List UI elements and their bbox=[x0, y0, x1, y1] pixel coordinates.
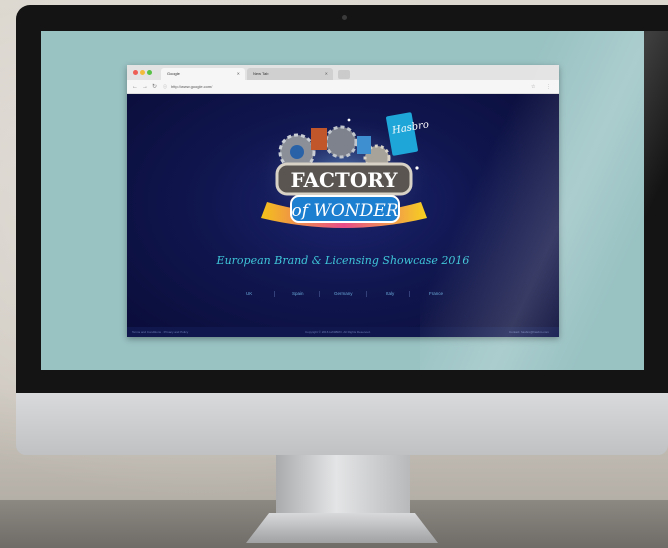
page-info-icon[interactable]: ⓘ bbox=[163, 83, 167, 91]
close-window-button[interactable] bbox=[133, 70, 138, 75]
country-nav: UK Spain Germany Italy France bbox=[219, 289, 469, 299]
tab-google[interactable]: Google ✕ bbox=[161, 68, 245, 80]
menu-icon[interactable]: ⋮ bbox=[546, 83, 551, 91]
tab-label: New Tab bbox=[253, 71, 269, 76]
footer-contact[interactable]: Contact: hasbro@hasbro.com bbox=[509, 327, 549, 337]
page-footer: Terms and Conditions · Privacy and Polic… bbox=[127, 327, 559, 337]
close-tab-icon[interactable]: ✕ bbox=[237, 68, 240, 80]
footer-legal-links[interactable]: Terms and Conditions · Privacy and Polic… bbox=[132, 327, 188, 337]
tab-label: Google bbox=[167, 71, 180, 76]
footer-copyright: Copyright © 2016 HASBRO. All Rights Rese… bbox=[305, 330, 371, 334]
event-tagline: European Brand & Licensing Showcase 2016 bbox=[216, 254, 470, 267]
nav-divider bbox=[274, 291, 275, 297]
factory-of-wonder-logo: Hasbro FACTORY of WONDER bbox=[249, 112, 439, 236]
country-link-italy[interactable]: Italy bbox=[386, 289, 394, 299]
country-link-uk[interactable]: UK bbox=[246, 289, 252, 299]
reload-icon[interactable]: ↻ bbox=[152, 83, 157, 91]
browser-window: Google ✕ New Tab ✕ ← → ↻ ⓘ http://www.go… bbox=[127, 65, 559, 337]
back-icon[interactable]: ← bbox=[132, 83, 138, 91]
minimize-window-button[interactable] bbox=[140, 70, 145, 75]
url-field[interactable]: http://www.google.com/ bbox=[171, 83, 212, 91]
new-tab-button[interactable] bbox=[338, 70, 350, 79]
nav-divider bbox=[366, 291, 367, 297]
tab-new-tab[interactable]: New Tab ✕ bbox=[247, 68, 333, 80]
nav-divider bbox=[319, 291, 320, 297]
monitor-stand-foot bbox=[246, 513, 438, 543]
maximize-window-button[interactable] bbox=[147, 70, 152, 75]
camera-icon bbox=[342, 15, 347, 20]
web-page: Hasbro FACTORY of WONDER European Brand … bbox=[127, 94, 559, 337]
logo-factory-text: FACTORY bbox=[290, 168, 398, 192]
bookmark-star-icon[interactable]: ☆ bbox=[531, 83, 535, 91]
address-bar: ← → ↻ ⓘ http://www.google.com/ ☆ ⋮ bbox=[127, 80, 559, 94]
tab-bar: Google ✕ New Tab ✕ bbox=[127, 65, 559, 80]
logo-wonder-text: of WONDER bbox=[291, 201, 398, 221]
nav-divider bbox=[409, 291, 410, 297]
country-link-germany[interactable]: Germany bbox=[334, 289, 353, 299]
monitor-stand-neck bbox=[276, 455, 410, 517]
close-tab-icon[interactable]: ✕ bbox=[325, 68, 328, 80]
country-link-france[interactable]: France bbox=[429, 289, 443, 299]
country-link-spain[interactable]: Spain bbox=[292, 289, 304, 299]
forward-icon[interactable]: → bbox=[142, 83, 148, 91]
monitor-chin bbox=[16, 393, 668, 455]
